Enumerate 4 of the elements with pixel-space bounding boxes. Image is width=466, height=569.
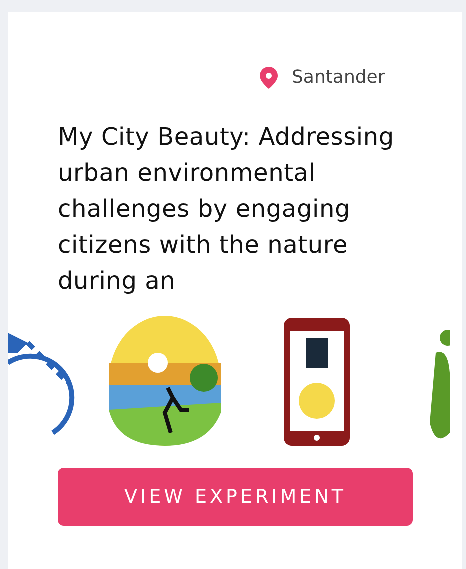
location-pin-icon [260,66,278,88]
location-label: Santander [292,66,386,90]
view-experiment-button[interactable]: VIEW EXPERIMENT [58,468,413,526]
experiment-title: My City Beauty: Addressing urban environmental challenges by engaging citizens with the nature during an [58,122,396,297]
